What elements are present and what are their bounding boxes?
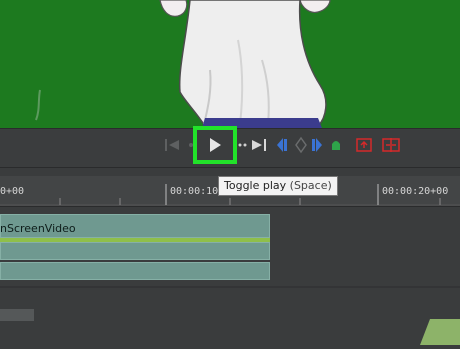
play-button[interactable] (193, 126, 237, 164)
add-marker-button[interactable] (293, 133, 309, 157)
next-frame-button[interactable] (237, 133, 249, 157)
snap-button[interactable] (329, 133, 343, 157)
audio-clip-track-1[interactable] (0, 242, 270, 260)
marker-previous-icon (277, 138, 287, 152)
diamond-icon (295, 136, 307, 154)
go-to-start-button[interactable] (163, 133, 183, 157)
skip-start-icon (165, 139, 179, 151)
set-in-point-button[interactable] (355, 133, 373, 157)
ruler-label-20s: 00:00:20+00 (382, 186, 449, 197)
clip-title: nScreenVideo (0, 222, 76, 235)
dots-icon (238, 143, 247, 147)
tooltip-label: Toggle play (224, 179, 287, 192)
video-preview (0, 0, 460, 128)
play-icon (210, 138, 221, 152)
go-to-end-button[interactable] (249, 133, 269, 157)
tooltip-shortcut: (Space) (289, 179, 332, 192)
preview-illustration (35, 0, 331, 128)
previous-marker-button[interactable] (275, 133, 291, 157)
audio-clip-track-2[interactable] (0, 262, 270, 280)
next-marker-button[interactable] (309, 133, 325, 157)
split-button[interactable] (381, 133, 401, 157)
snap-icon (332, 141, 340, 150)
play-tooltip: Toggle play (Space) (218, 176, 338, 196)
skip-end-icon (252, 139, 266, 151)
ruler-label-start: 0+00 (0, 186, 25, 197)
in-point-icon (356, 138, 372, 152)
split-icon (382, 138, 400, 152)
marker-next-icon (312, 138, 322, 152)
